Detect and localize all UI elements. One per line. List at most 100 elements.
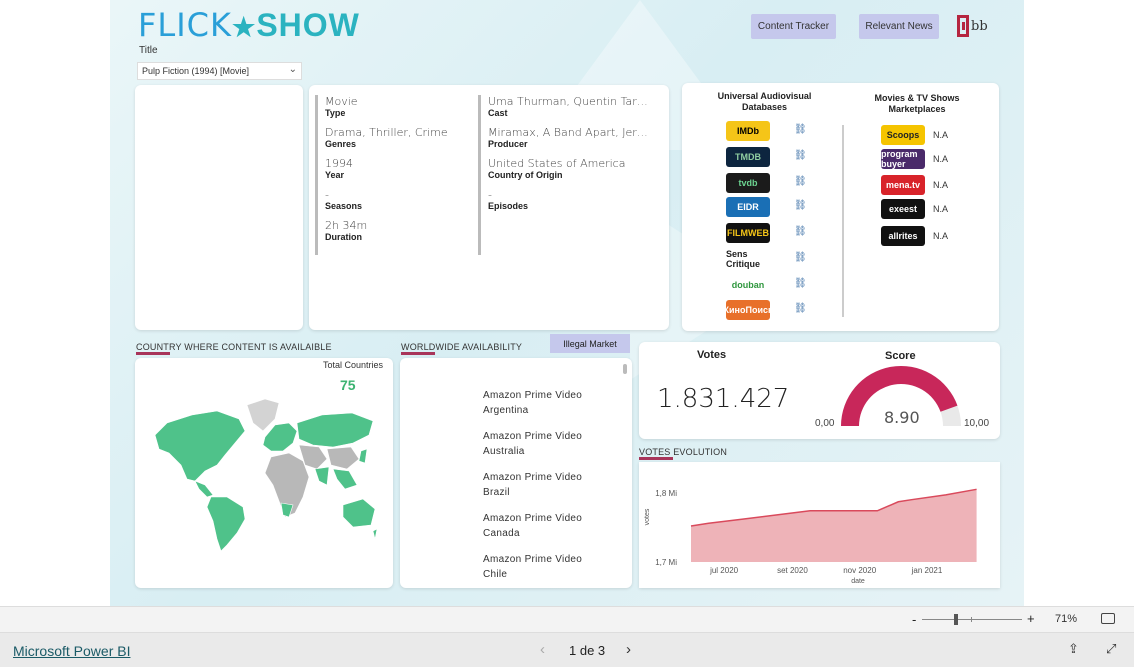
zoom-slider-thumb[interactable] xyxy=(954,614,958,625)
episodes-label: Episodes xyxy=(488,201,529,211)
logo-right-text: SHOW xyxy=(256,7,360,43)
previous-page-icon[interactable]: ‹ xyxy=(540,641,545,658)
country-origin-label: Country of Origin xyxy=(488,170,563,180)
availability-platform: Amazon Prime Video xyxy=(483,431,583,442)
duration-label: Duration xyxy=(325,232,362,242)
country-origin-value: United States of America xyxy=(488,157,626,170)
external-link-icon[interactable]: ⛓ xyxy=(794,150,807,161)
external-link-icon[interactable]: ⛓ xyxy=(794,200,807,211)
marketplace-status: N.A xyxy=(933,130,949,140)
brand-mark-icon xyxy=(957,15,969,37)
title-filter-value: Pulp Fiction (1994) [Movie] xyxy=(142,66,250,76)
next-page-icon[interactable]: › xyxy=(626,641,631,658)
section-underline xyxy=(401,352,435,355)
marketplace-status: N.A xyxy=(933,231,949,241)
external-link-icon[interactable]: ⛓ xyxy=(794,226,807,237)
content-tracker-button[interactable]: Content Tracker xyxy=(751,14,836,39)
brand-mark-text: bb xyxy=(971,18,988,34)
title-filter-select[interactable]: Pulp Fiction (1994) [Movie] ⌄ xyxy=(137,62,302,80)
votes-value: 1.831.427 xyxy=(657,384,790,414)
genres-label: Genres xyxy=(325,139,357,149)
relevant-news-button[interactable]: Relevant News xyxy=(859,14,939,39)
countries-map-card: Total Countries 75 xyxy=(135,358,393,588)
database-logo: EIDR xyxy=(726,197,770,217)
seasons-value: - xyxy=(325,188,329,201)
availability-country: Chile xyxy=(483,569,508,580)
details-right-column: Uma Thurman, Quentin Tara... Cast Mirama… xyxy=(478,95,648,255)
marketplace-logo: allrites xyxy=(881,226,925,246)
marketplace-logo: program buyer xyxy=(881,149,925,169)
score-min-label: 0,00 xyxy=(815,418,835,429)
availability-country: Canada xyxy=(483,528,520,539)
y-axis-title: votes xyxy=(644,508,651,525)
logo-left-text: FLICK xyxy=(138,6,232,44)
database-logo: IMDb xyxy=(726,121,770,141)
x-axis-title: date xyxy=(851,578,865,585)
external-link-icon[interactable]: ⛓ xyxy=(794,278,807,289)
votes-evolution-card: 1,7 Mi 1,8 Mi jul 2020 set 2020 nov 2020 jan … xyxy=(639,462,1000,588)
zoom-in-button[interactable]: + xyxy=(1027,611,1035,626)
zoom-out-button[interactable]: - xyxy=(912,612,916,627)
page-indicator: 1 de 3 xyxy=(569,643,606,658)
votes-evolution-chart: 1,7 Mi 1,8 Mi jul 2020 set 2020 nov 2020 jan … xyxy=(644,488,977,585)
x-tick-label: jan 2021 xyxy=(911,566,943,575)
marketplace-status: N.A xyxy=(933,204,949,214)
external-link-icon[interactable]: ⛓ xyxy=(794,303,807,314)
episodes-value: - xyxy=(488,188,492,201)
column-divider xyxy=(842,125,844,317)
availability-platform: Amazon Prime Video xyxy=(483,554,583,565)
seasons-label: Seasons xyxy=(325,201,363,211)
details-left-column: Movie Type Drama, Thriller, Crime Genres… xyxy=(315,95,470,255)
cast-label: Cast xyxy=(488,108,508,118)
availability-platform: Amazon Prime Video xyxy=(483,390,583,401)
external-link-icon[interactable]: ⛓ xyxy=(794,176,807,187)
total-countries-label: Total Countries xyxy=(322,360,383,370)
availability-item: Amazon Prime Video Argentina xyxy=(483,388,623,418)
details-card: Movie Type Drama, Thriller, Crime Genres… xyxy=(309,85,669,330)
external-link-icon[interactable]: ⛓ xyxy=(794,124,807,135)
availability-item: Amazon Prime Video Chile xyxy=(483,552,623,582)
x-tick-label: set 2020 xyxy=(777,566,808,575)
scrollbar-thumb[interactable] xyxy=(623,364,627,374)
marketplace-status: N.A xyxy=(933,180,949,190)
power-bi-link[interactable]: Microsoft Power BI xyxy=(13,643,130,659)
votes-score-card: Votes 1.831.427 Score 8.90 0,00 10,00 xyxy=(639,342,1000,439)
brand-logo: bb xyxy=(957,15,988,37)
section-underline xyxy=(136,352,170,355)
producer-value: Miramax, A Band Apart, Jers... xyxy=(488,126,648,139)
votes-label: Votes xyxy=(697,349,727,361)
report-canvas: FLICK★SHOW Content Tracker Relevant News… xyxy=(110,0,1024,606)
marketplace-status: N.A xyxy=(933,154,949,164)
genres-value: Drama, Thriller, Crime xyxy=(325,126,448,139)
marketplace-logo: exeest xyxy=(881,199,925,219)
section-underline xyxy=(639,457,673,460)
producer-label: Producer xyxy=(488,139,528,149)
databases-title: Universal Audiovisual Databases xyxy=(717,91,812,112)
title-filter-label: Title xyxy=(139,45,158,56)
database-logo: douban xyxy=(726,275,770,295)
illegal-market-button[interactable]: Illegal Market xyxy=(550,334,630,353)
x-tick-label: nov 2020 xyxy=(843,566,876,575)
availability-list: Amazon Prime Video Argentina Amazon Prime … xyxy=(483,388,623,588)
availability-item: Amazon Prime Video Canada xyxy=(483,511,623,541)
databases-card: Universal Audiovisual Databases Movies &… xyxy=(682,83,999,331)
world-map xyxy=(154,398,378,552)
marketplaces-title: Movies & TV Shows Marketplaces xyxy=(874,93,960,114)
total-countries-value: 75 xyxy=(340,377,356,393)
score-max-label: 10,00 xyxy=(964,418,990,429)
type-value: Movie xyxy=(325,95,358,108)
availability-country: Brazil xyxy=(483,487,510,498)
zoom-level: 71% xyxy=(1055,613,1078,625)
star-icon: ★ xyxy=(232,12,257,42)
availability-platform: Amazon Prime Video xyxy=(483,472,583,483)
fullscreen-icon[interactable]: ⤢ xyxy=(1106,641,1116,657)
share-icon[interactable]: ⇪ xyxy=(1068,641,1079,657)
availability-section-title: WORLDWIDE AVAILABILITY xyxy=(401,342,523,352)
zoom-slider-tick xyxy=(971,617,972,622)
external-link-icon[interactable]: ⛓ xyxy=(794,252,807,263)
availability-item: Amazon Prime Video Brazil xyxy=(483,470,623,500)
fit-to-page-icon[interactable] xyxy=(1101,613,1115,624)
zoom-slider-track[interactable] xyxy=(922,619,1022,620)
votes-evolution-title: VOTES EVOLUTION xyxy=(639,447,728,457)
score-value: 8.90 xyxy=(884,408,920,427)
